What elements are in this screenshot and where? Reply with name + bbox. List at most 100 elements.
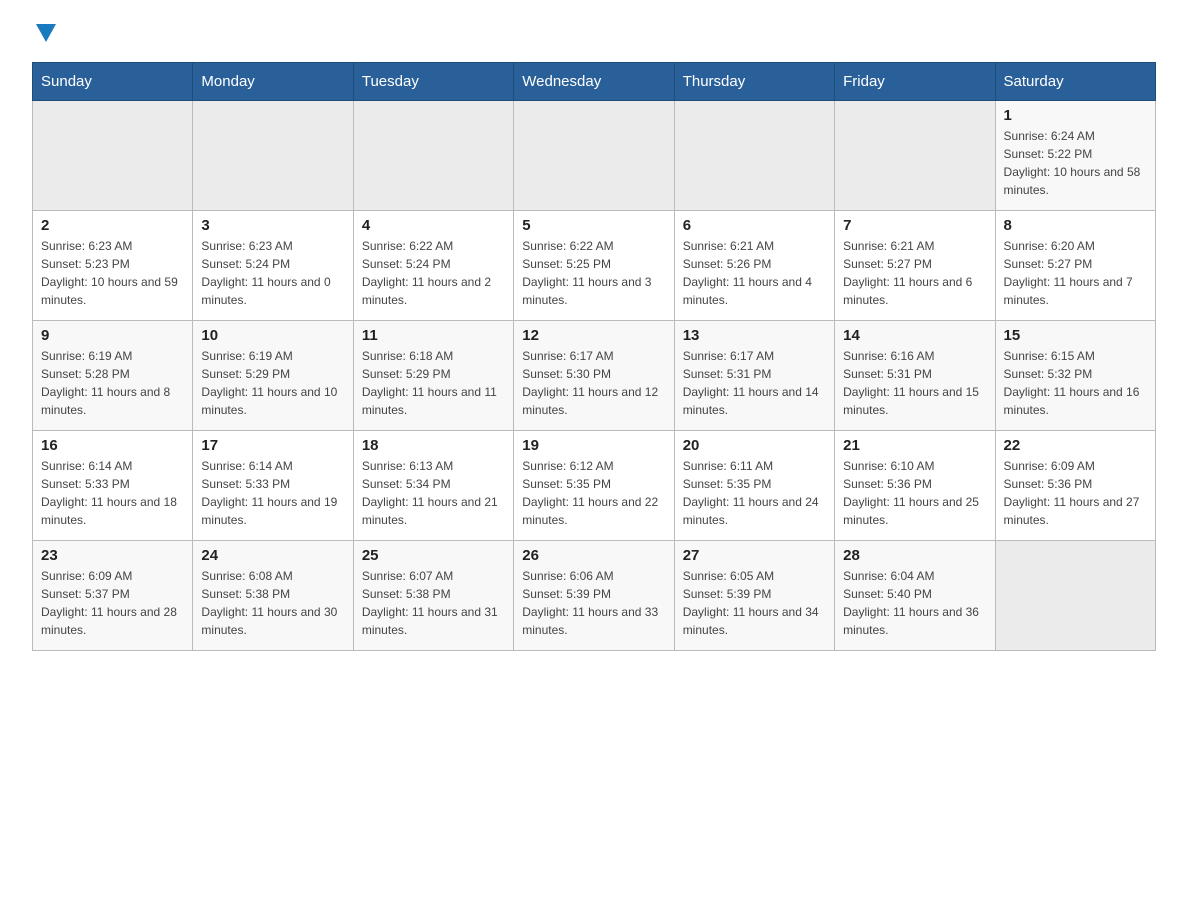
- logo-triangle-icon: [36, 24, 56, 42]
- calendar-cell: 23 Sunrise: 6:09 AM Sunset: 5:37 PM Dayli…: [33, 541, 193, 651]
- day-info: Sunrise: 6:19 AM Sunset: 5:28 PM Dayligh…: [41, 347, 184, 419]
- calendar-cell: [514, 101, 674, 211]
- day-info: Sunrise: 6:24 AM Sunset: 5:22 PM Dayligh…: [1004, 127, 1147, 199]
- day-number: 6: [683, 217, 826, 234]
- day-number: 19: [522, 437, 665, 454]
- day-info: Sunrise: 6:13 AM Sunset: 5:34 PM Dayligh…: [362, 457, 505, 529]
- calendar-cell: 16 Sunrise: 6:14 AM Sunset: 5:33 PM Dayli…: [33, 431, 193, 541]
- day-number: 21: [843, 437, 986, 454]
- day-number: 24: [201, 547, 344, 564]
- day-info: Sunrise: 6:23 AM Sunset: 5:23 PM Dayligh…: [41, 237, 184, 309]
- day-number: 3: [201, 217, 344, 234]
- calendar-cell: 21 Sunrise: 6:10 AM Sunset: 5:36 PM Dayli…: [835, 431, 995, 541]
- calendar-cell: 13 Sunrise: 6:17 AM Sunset: 5:31 PM Dayli…: [674, 321, 834, 431]
- calendar-cell: 26 Sunrise: 6:06 AM Sunset: 5:39 PM Dayli…: [514, 541, 674, 651]
- calendar-cell: [33, 101, 193, 211]
- day-info: Sunrise: 6:23 AM Sunset: 5:24 PM Dayligh…: [201, 237, 344, 309]
- calendar-week-row: 16 Sunrise: 6:14 AM Sunset: 5:33 PM Dayli…: [33, 431, 1156, 541]
- day-number: 2: [41, 217, 184, 234]
- day-info: Sunrise: 6:11 AM Sunset: 5:35 PM Dayligh…: [683, 457, 826, 529]
- calendar-cell: 8 Sunrise: 6:20 AM Sunset: 5:27 PM Daylig…: [995, 211, 1155, 321]
- day-info: Sunrise: 6:12 AM Sunset: 5:35 PM Dayligh…: [522, 457, 665, 529]
- calendar-cell: 14 Sunrise: 6:16 AM Sunset: 5:31 PM Dayli…: [835, 321, 995, 431]
- day-number: 15: [1004, 327, 1147, 344]
- day-info: Sunrise: 6:05 AM Sunset: 5:39 PM Dayligh…: [683, 567, 826, 639]
- day-info: Sunrise: 6:22 AM Sunset: 5:24 PM Dayligh…: [362, 237, 505, 309]
- calendar-cell: 10 Sunrise: 6:19 AM Sunset: 5:29 PM Dayli…: [193, 321, 353, 431]
- day-info: Sunrise: 6:16 AM Sunset: 5:31 PM Dayligh…: [843, 347, 986, 419]
- day-info: Sunrise: 6:09 AM Sunset: 5:37 PM Dayligh…: [41, 567, 184, 639]
- calendar-cell: 12 Sunrise: 6:17 AM Sunset: 5:30 PM Dayli…: [514, 321, 674, 431]
- calendar-week-row: 1Sunrise: 6:24 AM Sunset: 5:22 PM Daylig…: [33, 101, 1156, 211]
- day-info: Sunrise: 6:14 AM Sunset: 5:33 PM Dayligh…: [41, 457, 184, 529]
- calendar-cell: 27 Sunrise: 6:05 AM Sunset: 5:39 PM Dayli…: [674, 541, 834, 651]
- day-number: 14: [843, 327, 986, 344]
- calendar-cell: 5 Sunrise: 6:22 AM Sunset: 5:25 PM Daylig…: [514, 211, 674, 321]
- calendar-cell: 11Sunrise: 6:18 AM Sunset: 5:29 PM Dayli…: [353, 321, 513, 431]
- calendar-cell: 1Sunrise: 6:24 AM Sunset: 5:22 PM Daylig…: [995, 101, 1155, 211]
- calendar-cell: 9 Sunrise: 6:19 AM Sunset: 5:28 PM Daylig…: [33, 321, 193, 431]
- calendar-week-row: 2 Sunrise: 6:23 AM Sunset: 5:23 PM Daylig…: [33, 211, 1156, 321]
- day-number: 20: [683, 437, 826, 454]
- day-number: 27: [683, 547, 826, 564]
- day-info: Sunrise: 6:17 AM Sunset: 5:31 PM Dayligh…: [683, 347, 826, 419]
- day-info: Sunrise: 6:21 AM Sunset: 5:26 PM Dayligh…: [683, 237, 826, 309]
- day-number: 9: [41, 327, 184, 344]
- weekday-header-monday: Monday: [193, 63, 353, 101]
- page-header: [32, 24, 1156, 42]
- day-info: Sunrise: 6:10 AM Sunset: 5:36 PM Dayligh…: [843, 457, 986, 529]
- calendar-cell: 22Sunrise: 6:09 AM Sunset: 5:36 PM Dayli…: [995, 431, 1155, 541]
- day-number: 28: [843, 547, 986, 564]
- weekday-header-wednesday: Wednesday: [514, 63, 674, 101]
- calendar-cell: 3 Sunrise: 6:23 AM Sunset: 5:24 PM Daylig…: [193, 211, 353, 321]
- weekday-header-friday: Friday: [835, 63, 995, 101]
- day-info: Sunrise: 6:14 AM Sunset: 5:33 PM Dayligh…: [201, 457, 344, 529]
- day-info: Sunrise: 6:20 AM Sunset: 5:27 PM Dayligh…: [1004, 237, 1147, 309]
- day-info: Sunrise: 6:17 AM Sunset: 5:30 PM Dayligh…: [522, 347, 665, 419]
- day-info: Sunrise: 6:09 AM Sunset: 5:36 PM Dayligh…: [1004, 457, 1147, 529]
- calendar-cell: 20 Sunrise: 6:11 AM Sunset: 5:35 PM Dayli…: [674, 431, 834, 541]
- day-info: Sunrise: 6:15 AM Sunset: 5:32 PM Dayligh…: [1004, 347, 1147, 419]
- calendar-week-row: 9 Sunrise: 6:19 AM Sunset: 5:28 PM Daylig…: [33, 321, 1156, 431]
- day-info: Sunrise: 6:06 AM Sunset: 5:39 PM Dayligh…: [522, 567, 665, 639]
- calendar-cell: [353, 101, 513, 211]
- calendar-cell: [674, 101, 834, 211]
- weekday-header-saturday: Saturday: [995, 63, 1155, 101]
- day-number: 10: [201, 327, 344, 344]
- calendar-cell: 2 Sunrise: 6:23 AM Sunset: 5:23 PM Daylig…: [33, 211, 193, 321]
- calendar-cell: 25 Sunrise: 6:07 AM Sunset: 5:38 PM Dayli…: [353, 541, 513, 651]
- calendar-cell: [193, 101, 353, 211]
- calendar-week-row: 23 Sunrise: 6:09 AM Sunset: 5:37 PM Dayli…: [33, 541, 1156, 651]
- weekday-header-tuesday: Tuesday: [353, 63, 513, 101]
- calendar-cell: 17 Sunrise: 6:14 AM Sunset: 5:33 PM Dayli…: [193, 431, 353, 541]
- weekday-header-thursday: Thursday: [674, 63, 834, 101]
- day-number: 17: [201, 437, 344, 454]
- day-number: 26: [522, 547, 665, 564]
- day-number: 11: [362, 327, 505, 344]
- calendar-cell: 6 Sunrise: 6:21 AM Sunset: 5:26 PM Daylig…: [674, 211, 834, 321]
- day-info: Sunrise: 6:07 AM Sunset: 5:38 PM Dayligh…: [362, 567, 505, 639]
- day-number: 5: [522, 217, 665, 234]
- day-info: Sunrise: 6:21 AM Sunset: 5:27 PM Dayligh…: [843, 237, 986, 309]
- calendar-cell: [835, 101, 995, 211]
- day-number: 16: [41, 437, 184, 454]
- day-number: 23: [41, 547, 184, 564]
- day-info: Sunrise: 6:22 AM Sunset: 5:25 PM Dayligh…: [522, 237, 665, 309]
- day-info: Sunrise: 6:04 AM Sunset: 5:40 PM Dayligh…: [843, 567, 986, 639]
- day-number: 13: [683, 327, 826, 344]
- day-number: 25: [362, 547, 505, 564]
- weekday-header-row: SundayMondayTuesdayWednesdayThursdayFrid…: [33, 63, 1156, 101]
- day-number: 12: [522, 327, 665, 344]
- weekday-header-sunday: Sunday: [33, 63, 193, 101]
- calendar-cell: 28 Sunrise: 6:04 AM Sunset: 5:40 PM Dayli…: [835, 541, 995, 651]
- calendar-cell: 15 Sunrise: 6:15 AM Sunset: 5:32 PM Dayli…: [995, 321, 1155, 431]
- calendar-cell: 18Sunrise: 6:13 AM Sunset: 5:34 PM Dayli…: [353, 431, 513, 541]
- calendar-cell: 4Sunrise: 6:22 AM Sunset: 5:24 PM Daylig…: [353, 211, 513, 321]
- calendar-table: SundayMondayTuesdayWednesdayThursdayFrid…: [32, 62, 1156, 651]
- day-number: 8: [1004, 217, 1147, 234]
- calendar-cell: 19 Sunrise: 6:12 AM Sunset: 5:35 PM Dayli…: [514, 431, 674, 541]
- calendar-cell: 7Sunrise: 6:21 AM Sunset: 5:27 PM Daylig…: [835, 211, 995, 321]
- day-info: Sunrise: 6:19 AM Sunset: 5:29 PM Dayligh…: [201, 347, 344, 419]
- day-info: Sunrise: 6:08 AM Sunset: 5:38 PM Dayligh…: [201, 567, 344, 639]
- calendar-cell: 24 Sunrise: 6:08 AM Sunset: 5:38 PM Dayli…: [193, 541, 353, 651]
